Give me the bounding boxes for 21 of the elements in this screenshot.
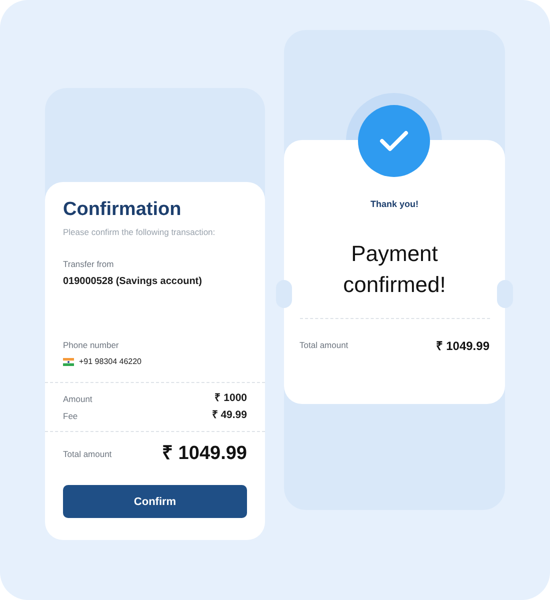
line-value: ₹ 49.99 (212, 408, 247, 424)
success-title: Payment confirmed! (342, 240, 447, 298)
line-label: Amount (63, 392, 92, 406)
field-label: Transfer from (63, 258, 115, 271)
field-value: 019000528 (Savings account) (63, 275, 203, 289)
card-subtitle: Please confirm the following transaction: (63, 226, 216, 238)
field-label: Phone number (63, 339, 120, 352)
total-label: Total amount (63, 448, 112, 460)
ticket-notch (276, 280, 292, 308)
total-value: ₹ 1049.99 (162, 442, 247, 466)
field-value: +91 98304 46220 (79, 356, 142, 368)
line-value: ₹ 1000 (214, 391, 247, 406)
total-label: Total amount (300, 339, 348, 352)
card-title: Confirmation (63, 198, 182, 222)
check-icon (379, 130, 409, 152)
confirm-button[interactable]: Confirm (63, 485, 247, 518)
total-value: ₹ 1049.99 (436, 338, 490, 354)
line-label: Fee (63, 410, 78, 423)
thank-you-text: Thank you! (370, 198, 418, 211)
ticket-notch (497, 280, 513, 308)
flag-icon (63, 358, 74, 366)
